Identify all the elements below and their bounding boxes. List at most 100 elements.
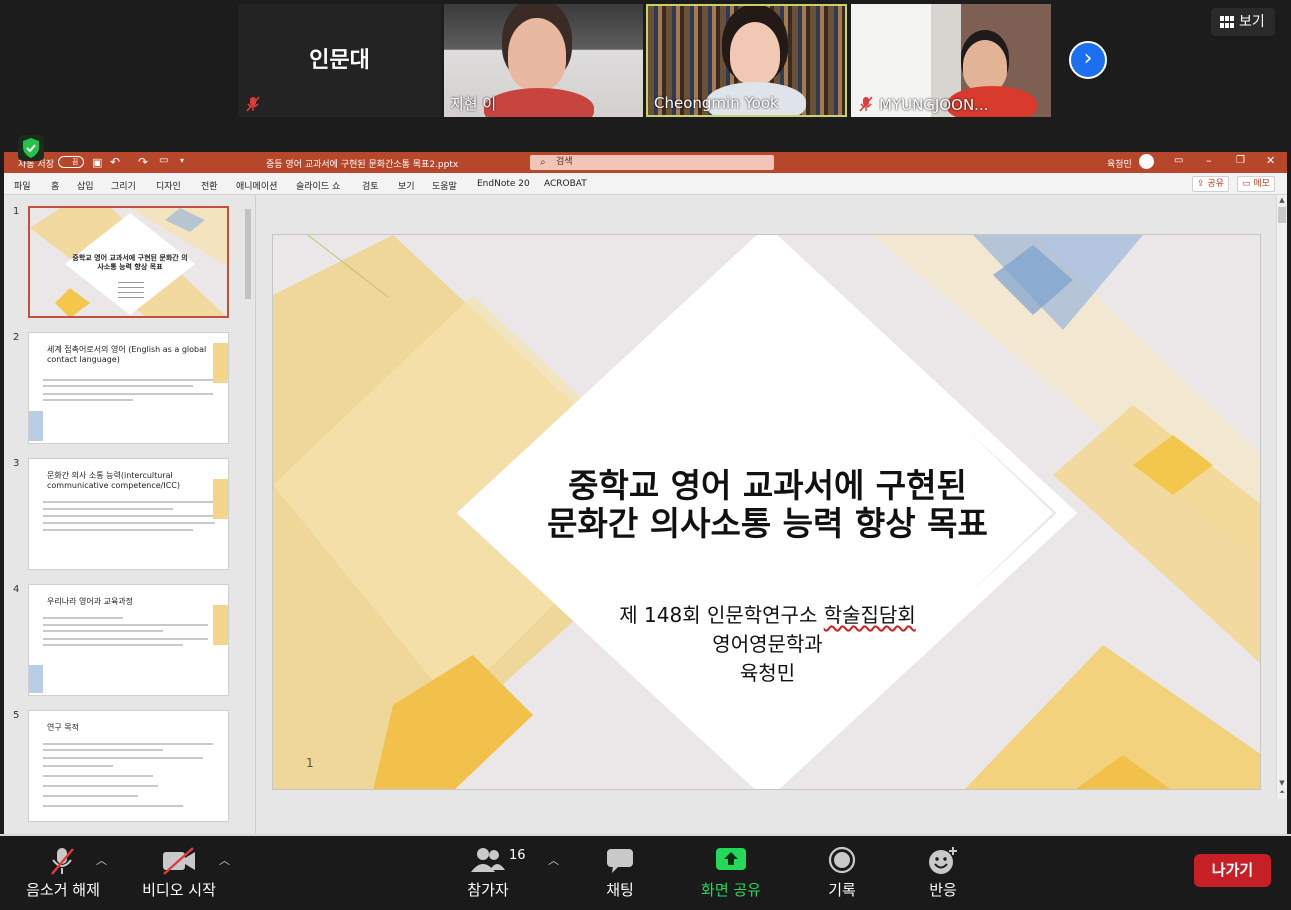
chat-button[interactable]: 채팅 [598,836,642,910]
slide-title-line-1: 중학교 영어 교과서에 구현된 [568,466,967,505]
thumb-text-line [43,399,133,401]
share-screen-label: 화면 공유 [701,881,761,899]
muted-mic-icon [51,848,74,875]
scroll-thumb[interactable] [245,209,251,299]
reactions-button[interactable]: 반응 [921,836,965,910]
redo-icon[interactable]: ↷ [138,155,148,169]
ribbon-display-icon[interactable]: ▭ [1174,155,1183,166]
tab-review[interactable]: 검토 [362,179,379,192]
thumb-text-line [43,749,163,751]
slide-number: 1 [306,756,314,770]
ribbon-tabs: 파일 홈 삽입 그리기 디자인 전환 애니메이션 슬라이드 쇼 검토 보기 도움… [4,173,1287,195]
customize-toolbar-icon[interactable]: ▾ [180,156,184,165]
slide-thumbnail-5[interactable]: 연구 목적 [28,710,229,822]
slide-thumbnail-2[interactable]: 세계 접촉어로서의 영어 (English as a global contac… [28,332,229,444]
tab-view[interactable]: 보기 [398,179,415,192]
autosave-toggle-label: 끔 [72,158,79,166]
minimize-icon[interactable]: – [1206,154,1212,167]
tab-draw[interactable]: 그리기 [111,179,136,192]
thumb-title: 우리나라 영어과 교육과정 [47,597,134,606]
video-gallery-strip: 인문대 지현 이 Cheongmin Yook MYUNGJOON... › 보… [0,0,1291,152]
present-icon[interactable]: ▭ [159,155,168,166]
subtitle-line-3: 육청민 [739,661,796,685]
share-label: 공유 [1207,179,1224,189]
participant-name: MYUNGJOON... [879,96,989,114]
thumb-scrollbar[interactable] [244,199,252,837]
current-slide[interactable]: 중학교 영어 교과서에 구현된 문화간 의사소통 능력 향상 목표 제 148회… [272,234,1261,790]
slide-thumbnail-4[interactable]: 우리나라 영어과 교육과정 [28,584,229,696]
slide-title[interactable]: 중학교 영어 교과서에 구현된 문화간 의사소통 능력 향상 목표 [273,466,1260,543]
video-tile-1[interactable]: 인문대 [238,4,441,117]
comment-icon: ▭ [1242,179,1254,189]
thumb-text-line [43,644,183,646]
scroll-down-icon[interactable]: ▼ [1277,779,1287,787]
subtitle-line-2: 영어영문학과 [712,632,823,656]
slide-thumbnail-1[interactable]: 중학교 영어 교과서에 구현된 문화간 의사소통 능력 향상 목표 [28,206,229,318]
tab-help[interactable]: 도움말 [432,179,457,192]
chat-icon [607,849,633,873]
thumb-number: 1 [13,206,20,217]
reaction-smiley-icon [929,847,957,874]
tab-animations[interactable]: 애니메이션 [236,179,277,192]
thumb-text-line [43,743,213,745]
tab-acrobat[interactable]: ACROBAT [544,179,587,189]
search-box[interactable]: ⌕ 검색 [530,155,774,170]
thumb-text-line [43,385,193,387]
thumb-text-line [43,805,183,807]
muted-mic-icon [246,96,260,112]
leave-meeting-button[interactable]: 나가기 [1194,854,1271,887]
search-placeholder: 검색 [556,157,573,167]
video-tile-3-active-speaker[interactable]: Cheongmin Yook [646,4,847,117]
scroll-up-icon[interactable]: ▲ [1277,196,1287,204]
thumb-text-line [43,379,213,381]
start-video-label: 비디오 시작 [142,881,216,899]
slide-editor: 중학교 영어 교과서에 구현된 문화간 의사소통 능력 향상 목표 제 148회… [257,195,1287,839]
thumb-text-line [43,638,208,640]
share-screen-button[interactable]: 화면 공유 [693,836,769,910]
reactions-label: 반응 [929,881,957,899]
muted-mic-icon [859,96,873,112]
scroll-thumb[interactable] [1278,207,1286,223]
close-icon[interactable]: ✕ [1266,154,1275,167]
thumb-number: 2 [13,332,20,343]
video-tile-2[interactable]: 지현 이 [444,4,643,117]
video-tile-4[interactable]: MYUNGJOON... [851,4,1051,117]
editor-scrollbar[interactable]: ▲ ▼ ⏶ [1276,195,1287,799]
participants-icon [471,848,505,872]
undo-icon[interactable]: ↶ [110,155,120,169]
tab-endnote[interactable]: EndNote 20 [477,179,530,189]
tab-transitions[interactable]: 전환 [201,179,218,192]
autosave-toggle[interactable]: 끔 [58,156,84,168]
slide-thumbnail-3[interactable]: 문화간 의사 소통 능력(intercultural communicative… [28,458,229,570]
thumb-text-line [43,785,158,787]
subtitle-spellcheck-word: 학술집담회 [823,603,916,627]
tab-file[interactable]: 파일 [14,179,31,192]
previous-slide-icon[interactable]: ⏶ [1277,788,1287,797]
audio-options-chevron-up-icon[interactable]: ︿ [96,852,107,868]
next-page-button[interactable]: › [1069,41,1107,79]
thumb-number: 3 [13,458,20,469]
tab-home[interactable]: 홈 [51,179,59,192]
thumb-title: 연구 목적 [47,723,79,732]
participants-chevron-up-icon[interactable]: ︿ [548,852,559,868]
thumb-decoration [29,411,43,441]
restore-icon[interactable]: ❐ [1236,155,1245,166]
save-icon[interactable]: ▣ [92,156,102,169]
video-options-chevron-up-icon[interactable]: ︿ [219,852,230,868]
thumb-title: 세계 접촉어로서의 영어 (English as a global contac… [47,345,207,364]
slide-subtitle[interactable]: 제 148회 인문학연구소 학술집담회 영어영문학과 육청민 [273,601,1260,688]
comments-button[interactable]: ▭ 메모 [1237,176,1275,192]
user-avatar[interactable] [1139,154,1154,169]
start-video-button[interactable]: 비디오 시작 [133,836,225,910]
participants-button[interactable]: 16 참가자 [455,836,526,910]
thumb-decoration [213,479,228,519]
tab-slideshow[interactable]: 슬라이드 쇼 [296,179,340,192]
tab-design[interactable]: 디자인 [156,179,181,192]
security-shield-icon[interactable] [18,135,44,161]
record-button[interactable]: 기록 [820,836,864,910]
slide-thumbnail-pane[interactable]: 1 중학교 영어 교과서에 구현된 문화간 의사소통 능력 향상 목표 2 세계… [4,195,256,839]
view-button[interactable]: 보기 [1211,8,1275,36]
tab-insert[interactable]: 삽입 [77,179,94,192]
share-button[interactable]: ⇪ 공유 [1192,176,1229,192]
unmute-button[interactable]: 음소거 해제 [15,836,111,910]
